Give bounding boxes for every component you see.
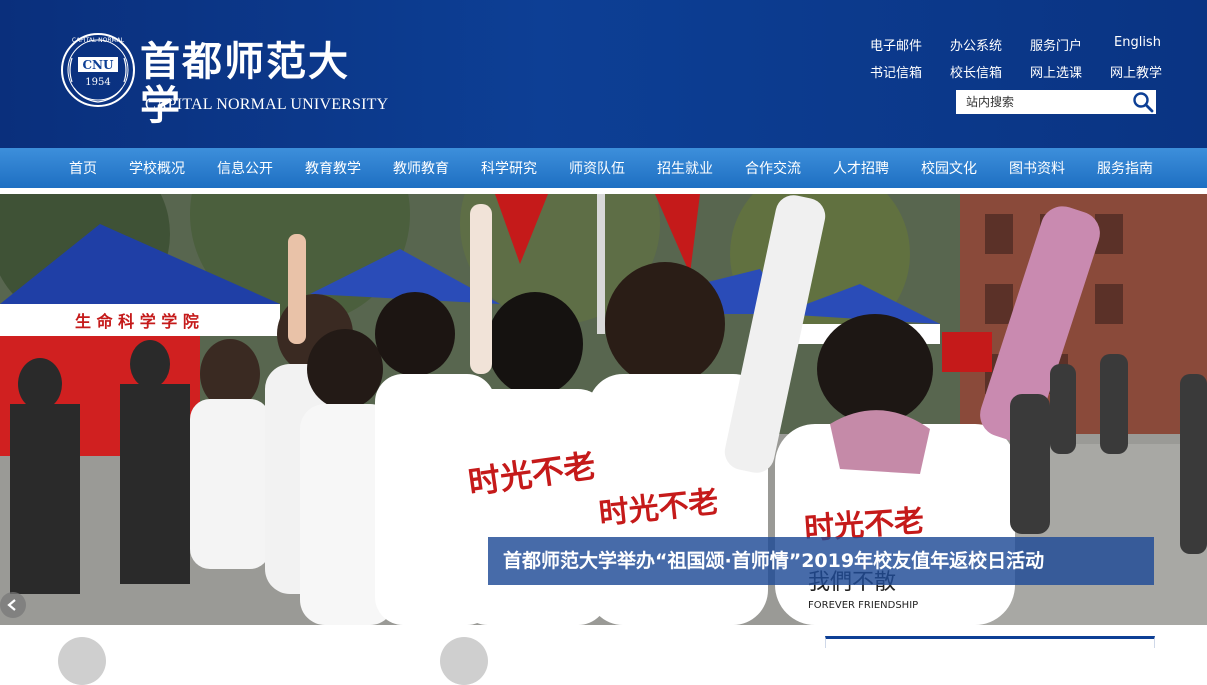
link-email[interactable]: 电子邮件 [870, 35, 922, 54]
svg-text:1954: 1954 [85, 77, 110, 88]
link-english[interactable]: English [1114, 35, 1161, 50]
link-secretary-mailbox[interactable]: 书记信箱 [870, 62, 922, 81]
nav-campus-culture[interactable]: 校园文化 [905, 148, 993, 188]
link-course-selection[interactable]: 网上选课 [1030, 62, 1082, 81]
site-search [956, 90, 1156, 114]
banner-prev-button[interactable] [0, 592, 26, 618]
nav-about[interactable]: 学校概况 [113, 148, 201, 188]
nav-research[interactable]: 科学研究 [465, 148, 553, 188]
nav-faculty[interactable]: 师资队伍 [553, 148, 641, 188]
notice-panel [825, 636, 1155, 648]
search-input[interactable] [956, 90, 1126, 114]
svg-text:FOREVER FRIENDSHIP: FOREVER FRIENDSHIP [808, 600, 918, 611]
nav-home[interactable]: 首页 [52, 148, 113, 188]
arrow-left-icon [7, 599, 16, 611]
link-office[interactable]: 办公系统 [950, 35, 1002, 54]
logo-chinese-name: 首都师范大学 [140, 38, 350, 129]
news-thumbnail-circle-1[interactable] [58, 637, 106, 685]
news-thumbnail-circle-2[interactable] [440, 637, 488, 685]
banner-caption[interactable]: 首都师范大学举办“祖国颂·首师情”2019年校友值年返校日活动 [488, 537, 1154, 585]
site-header: CNU 1954 CAPITAL NORMAL 首都师范大学 CAPITAL N… [0, 0, 1207, 148]
nav-education[interactable]: 教育教学 [289, 148, 377, 188]
nav-library[interactable]: 图书资料 [993, 148, 1081, 188]
main-nav-list: 首页 学校概况 信息公开 教育教学 教师教育 科学研究 师资队伍 招生就业 合作… [52, 148, 1169, 188]
link-online-teaching[interactable]: 网上教学 [1110, 62, 1162, 81]
search-icon[interactable] [1132, 91, 1154, 113]
svg-text:CAPITAL NORMAL: CAPITAL NORMAL [72, 37, 125, 44]
university-logo[interactable]: CNU 1954 CAPITAL NORMAL 首都师范大学 CAPITAL N… [58, 22, 389, 128]
logo-english-name: CAPITAL NORMAL UNIVERSITY [145, 96, 389, 113]
svg-text:生 命 科 学 学 院: 生 命 科 学 学 院 [75, 312, 199, 331]
svg-text:CNU: CNU [83, 58, 115, 72]
nav-info-public[interactable]: 信息公开 [201, 148, 289, 188]
link-portal[interactable]: 服务门户 [1030, 35, 1082, 54]
link-president-mailbox[interactable]: 校长信箱 [950, 62, 1002, 81]
nav-cooperation[interactable]: 合作交流 [729, 148, 817, 188]
nav-recruitment[interactable]: 人才招聘 [817, 148, 905, 188]
university-seal-icon: CNU 1954 CAPITAL NORMAL [61, 33, 135, 107]
nav-service-guide[interactable]: 服务指南 [1081, 148, 1169, 188]
nav-admissions[interactable]: 招生就业 [641, 148, 729, 188]
main-nav: 首页 学校概况 信息公开 教育教学 教师教育 科学研究 师资队伍 招生就业 合作… [0, 148, 1207, 188]
nav-teacher-edu[interactable]: 教师教育 [377, 148, 465, 188]
